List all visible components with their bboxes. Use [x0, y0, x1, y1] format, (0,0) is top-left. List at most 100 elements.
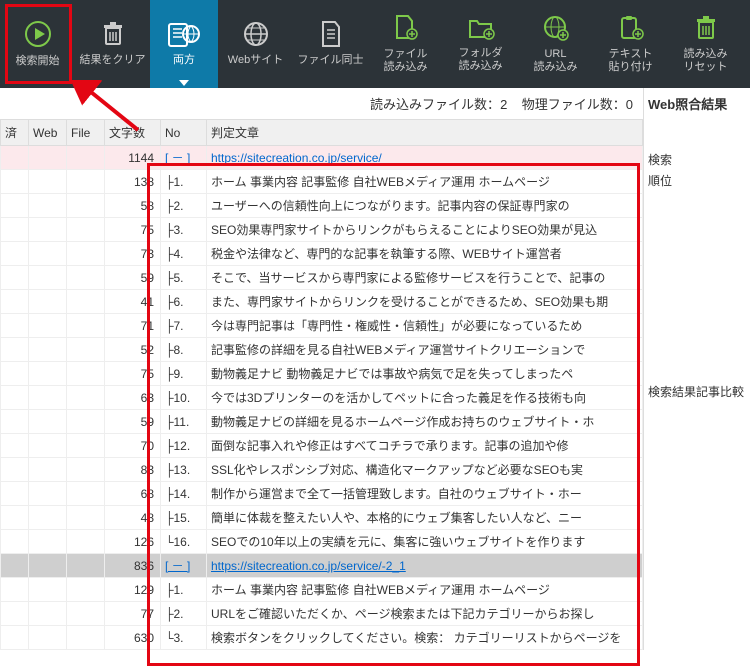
table-cell: ├6.	[161, 290, 207, 314]
reset-load-button[interactable]: 読み込み リセット	[668, 0, 743, 88]
table-row[interactable]: 77├2.URLをご確認いただくか、ページ検索または下記カテゴリーからお探し	[1, 602, 643, 626]
load-folder-button[interactable]: フォルダ 読み込み	[443, 0, 518, 88]
table-cell	[1, 602, 29, 626]
table-cell: 動物義足ナビの詳細を見るホームページ作成お持ちのウェブサイト・ホ	[207, 410, 643, 434]
col-header-chars[interactable]: 文字数	[105, 120, 161, 146]
table-cell	[67, 482, 105, 506]
table-row[interactable]: 48├15.簡単に体裁を整えたい人や、本格的にウェブ集客したい人など、ニー	[1, 506, 643, 530]
load-file-button[interactable]: ファイル 読み込み	[368, 0, 443, 88]
table-cell: ホーム 事業内容 記事監修 自社WEBメディア運用 ホームページ	[207, 170, 643, 194]
table-cell: ├1.	[161, 170, 207, 194]
col-header-file[interactable]: File	[67, 120, 105, 146]
table-cell: ├15.	[161, 506, 207, 530]
table-cell: ├2.	[161, 194, 207, 218]
table-row[interactable]: 70├12.面倒な記事入れや修正はすべてコチラで承ります。記事の追加や修	[1, 434, 643, 458]
chevron-down-icon	[179, 80, 189, 86]
table-row[interactable]: 58├2.ユーザーへの信頼性向上につながります。記事内容の保証専門家の	[1, 194, 643, 218]
table-cell: ユーザーへの信頼性向上につながります。記事内容の保証専門家の	[207, 194, 643, 218]
table-row[interactable]: 63├10.今では3Dプリンターのを活かしてペットに合った義足を作る技術も向	[1, 386, 643, 410]
table-cell	[67, 554, 105, 578]
table-cell: ├3.	[161, 218, 207, 242]
table-cell	[67, 194, 105, 218]
table-cell	[1, 266, 29, 290]
table-cell: 52	[105, 338, 161, 362]
table-cell	[1, 434, 29, 458]
table-cell	[29, 290, 67, 314]
phys-count-label: 物理ファイル数：	[522, 97, 626, 112]
table-cell: ├2.	[161, 602, 207, 626]
table-row[interactable]: 129├1.ホーム 事業内容 記事監修 自社WEBメディア運用 ホームページ	[1, 578, 643, 602]
table-cell	[67, 386, 105, 410]
table-cell: ├13.	[161, 458, 207, 482]
table-cell	[67, 266, 105, 290]
table-cell	[67, 146, 105, 170]
button-label: Webサイト	[228, 54, 283, 67]
table-row[interactable]: 41├6.また、専門家サイトからリンクを受けることができるため、SEO効果も期	[1, 290, 643, 314]
table-row[interactable]: 71├7.今は専門記事は「専門性・権威性・信頼性」が必要になっているため	[1, 314, 643, 338]
trash-icon	[100, 20, 126, 48]
table-cell: 面倒な記事入れや修正はすべてコチラで承ります。記事の追加や修	[207, 434, 643, 458]
table-cell	[67, 362, 105, 386]
table-cell: 68	[105, 482, 161, 506]
table-cell: URLをご確認いただくか、ページ検索または下記カテゴリーからお探し	[207, 602, 643, 626]
table-cell	[29, 362, 67, 386]
table-cell	[67, 578, 105, 602]
mode-files-button[interactable]: ファイル同士	[293, 0, 368, 88]
table-cell	[67, 338, 105, 362]
table-row[interactable]: 83├13.SSL化やレスポンシブ対応、構造化マークアップなど必要なSEOも実	[1, 458, 643, 482]
start-search-button[interactable]: 検索開始	[0, 0, 75, 88]
table-cell: ├11.	[161, 410, 207, 434]
table-row[interactable]: 52├8.記事監修の詳細を見る自社WEBメディア運営サイトクリエーションで	[1, 338, 643, 362]
table-cell: 制作から運営まで全て一括管理致します。自社のウェブサイト・ホー	[207, 482, 643, 506]
table-cell: 税金や法律など、専門的な記事を執筆する際、WEBサイト運営者	[207, 242, 643, 266]
table-cell: └3.	[161, 626, 207, 650]
table-cell: ├12.	[161, 434, 207, 458]
mode-both-button[interactable]: 両方	[150, 0, 218, 88]
table-cell: SEOでの10年以上の実績を元に、集客に強いウェブサイトを作ります	[207, 530, 643, 554]
table-row[interactable]: 75├9.動物義足ナビ 動物義足ナビでは事故や病気で足を失ってしまったペ	[1, 362, 643, 386]
table-cell: 77	[105, 602, 161, 626]
table-cell: また、専門家サイトからリンクを受けることができるため、SEO効果も期	[207, 290, 643, 314]
table-cell: そこで、当サービスから専門家による監修サービスを行うことで、記事の	[207, 266, 643, 290]
phys-count-value: 0	[626, 97, 633, 112]
table-cell: ホーム 事業内容 記事監修 自社WEBメディア運用 ホームページ	[207, 578, 643, 602]
load-count-label: 読み込みファイル数：	[370, 97, 500, 112]
table-row[interactable]: 138├1.ホーム 事業内容 記事監修 自社WEBメディア運用 ホームページ	[1, 170, 643, 194]
table-cell	[29, 338, 67, 362]
clear-results-button[interactable]: 結果をクリア	[75, 0, 150, 88]
paste-text-button[interactable]: テキスト 貼り付け	[593, 0, 668, 88]
mode-website-button[interactable]: Webサイト	[218, 0, 293, 88]
globe-plus-icon	[542, 14, 570, 42]
table-cell: 71	[105, 314, 161, 338]
table-cell	[1, 218, 29, 242]
table-cell	[29, 554, 67, 578]
table-cell	[29, 314, 67, 338]
table-cell: ├9.	[161, 362, 207, 386]
col-header-no[interactable]: No	[161, 120, 207, 146]
table-row[interactable]: 75├3.SEO効果専門家サイトからリンクがもらえることによりSEO効果が見込	[1, 218, 643, 242]
table-cell: SSL化やレスポンシブ対応、構造化マークアップなど必要なSEOも実	[207, 458, 643, 482]
table-row[interactable]: 68├14.制作から運営まで全て一括管理致します。自社のウェブサイト・ホー	[1, 482, 643, 506]
load-count-value: 2	[500, 97, 507, 112]
table-cell	[29, 434, 67, 458]
button-label: 読み込み リセット	[684, 48, 728, 74]
button-label: ファイル 読み込み	[384, 48, 428, 74]
table-row[interactable]: 630└3.検索ボタンをクリックしてください。検索： カテゴリーリストからページ…	[1, 626, 643, 650]
load-url-button[interactable]: URL 読み込み	[518, 0, 593, 88]
table-row[interactable]: 59├11.動物義足ナビの詳細を見るホームページ作成お持ちのウェブサイト・ホ	[1, 410, 643, 434]
table-row[interactable]: 73├4.税金や法律など、専門的な記事を執筆する際、WEBサイト運営者	[1, 242, 643, 266]
table-cell: 検索ボタンをクリックしてください。検索： カテゴリーリストからページを	[207, 626, 643, 650]
table-row[interactable]: 126└16.SEOでの10年以上の実績を元に、集客に強いウェブサイトを作ります	[1, 530, 643, 554]
file-plus-icon	[393, 14, 419, 42]
table-row[interactable]: 1144[ － ]https://sitecreation.co.jp/serv…	[1, 146, 643, 170]
col-header-web[interactable]: Web	[29, 120, 67, 146]
col-header-done[interactable]: 済	[1, 120, 29, 146]
table-cell	[29, 458, 67, 482]
status-bar: 読み込みファイル数：2 物理ファイル数：0	[0, 88, 643, 119]
table-row[interactable]: 836[ － ]https://sitecreation.co.jp/servi…	[1, 554, 643, 578]
table-cell	[67, 314, 105, 338]
col-header-text[interactable]: 判定文章	[207, 120, 643, 146]
table-cell	[1, 554, 29, 578]
button-label: フォルダ 読み込み	[459, 47, 503, 73]
table-row[interactable]: 59├5.そこで、当サービスから専門家による監修サービスを行うことで、記事の	[1, 266, 643, 290]
